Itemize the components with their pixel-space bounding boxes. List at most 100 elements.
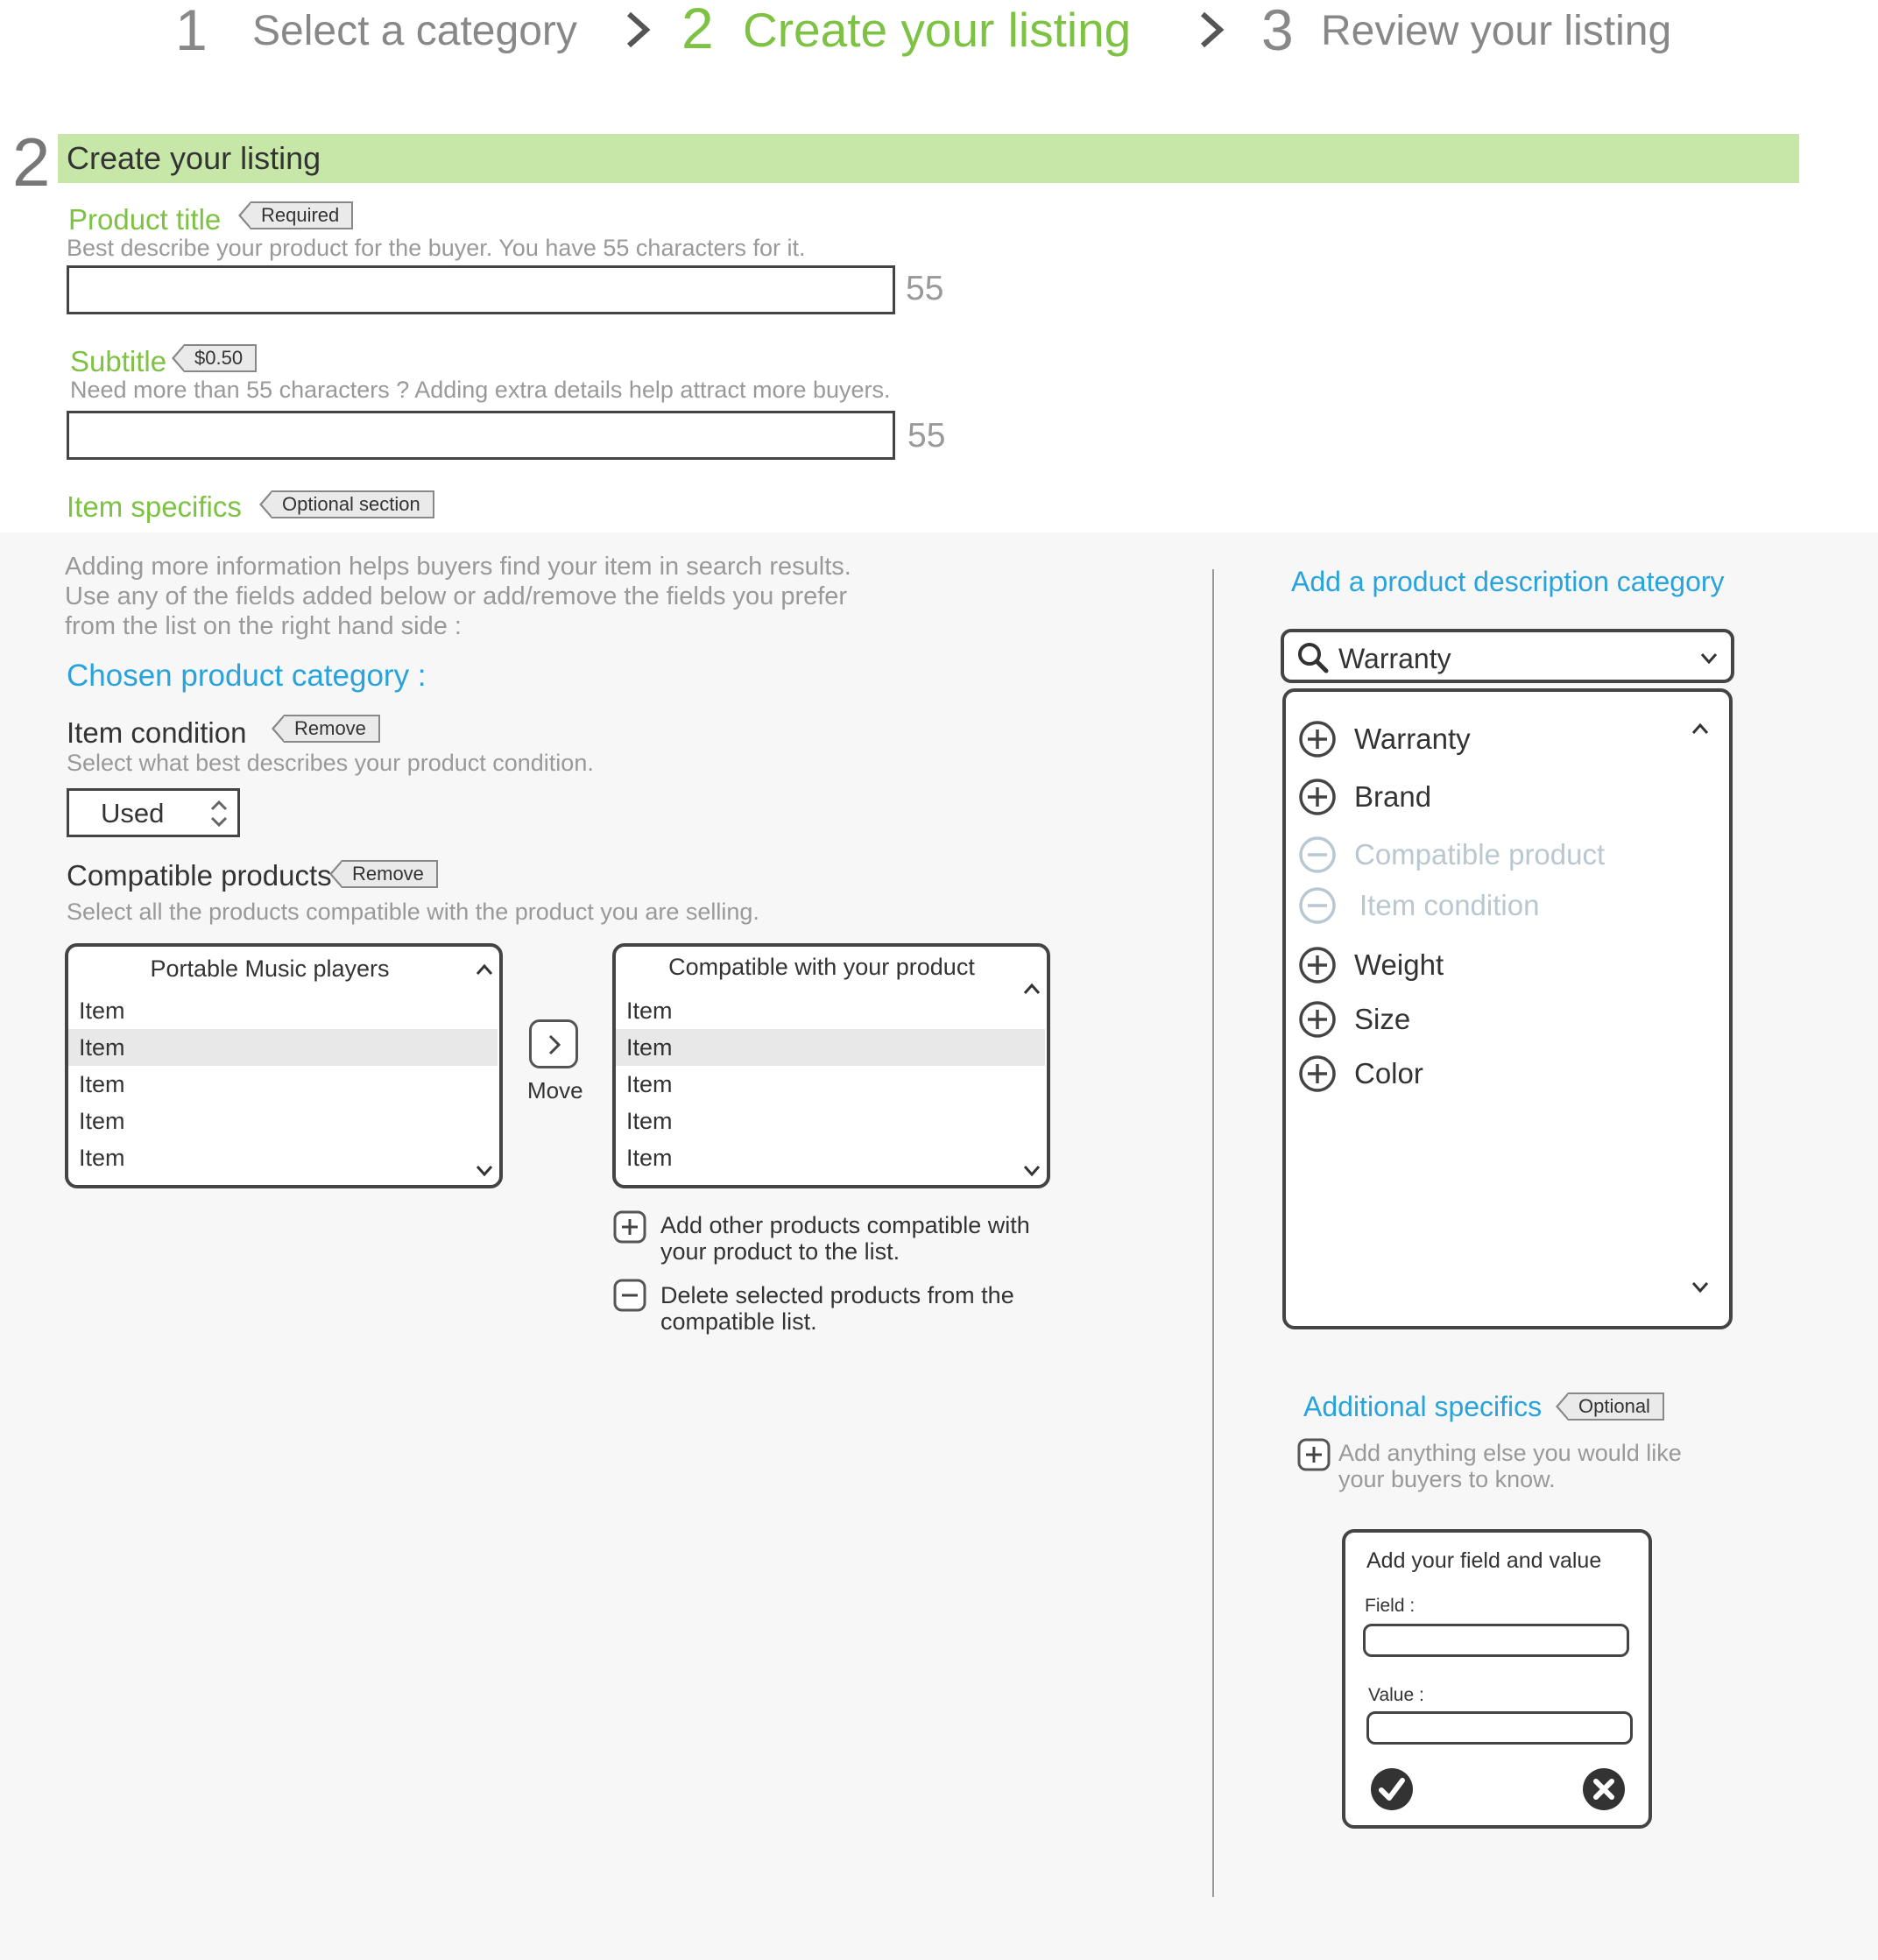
option-warranty[interactable]: Warranty bbox=[1298, 720, 1471, 758]
option-color[interactable]: Color bbox=[1298, 1054, 1423, 1093]
move-button[interactable] bbox=[529, 1019, 578, 1068]
chevron-down-icon[interactable] bbox=[1022, 1164, 1041, 1178]
option-label: Weight bbox=[1354, 948, 1444, 981]
add-compatible-text: Add other products compatible with your … bbox=[660, 1212, 1030, 1265]
subtitle-hint: Need more than 55 characters ? Adding ex… bbox=[70, 377, 891, 403]
plus-circle-icon[interactable] bbox=[1298, 1054, 1337, 1093]
field-label: Field : bbox=[1365, 1596, 1416, 1616]
value-label: Value : bbox=[1368, 1685, 1424, 1705]
source-product-list[interactable]: Portable Music players Item Item Item It… bbox=[65, 943, 503, 1188]
subtitle-label: Subtitle bbox=[70, 345, 167, 377]
step-2-label[interactable]: Create your listing bbox=[743, 2, 1131, 58]
additional-hint-line: your buyers to know. bbox=[1338, 1466, 1556, 1492]
additional-hint-line: Add anything else you would like bbox=[1338, 1440, 1682, 1466]
list-item[interactable]: Item bbox=[616, 1139, 1045, 1176]
chevron-up-icon[interactable] bbox=[475, 962, 494, 976]
plus-circle-icon[interactable] bbox=[1298, 778, 1337, 816]
category-search-value: Warranty bbox=[1338, 643, 1451, 674]
remove-square-icon[interactable] bbox=[613, 1279, 646, 1312]
value-input[interactable] bbox=[1366, 1711, 1633, 1745]
description-category-heading: Add a product description category bbox=[1291, 566, 1725, 597]
product-title-label: Product title bbox=[68, 203, 222, 236]
remove-condition-tag[interactable]: Remove bbox=[272, 715, 380, 743]
item-condition-select[interactable]: Used bbox=[67, 788, 240, 837]
step-3-number: 3 bbox=[1261, 0, 1294, 62]
option-label: Item condition bbox=[1359, 889, 1540, 921]
add-square-icon[interactable] bbox=[1297, 1438, 1331, 1471]
product-title-input[interactable] bbox=[67, 265, 895, 314]
option-label: Color bbox=[1354, 1057, 1423, 1089]
list-item[interactable]: Item bbox=[616, 1066, 1045, 1103]
item-condition-hint: Select what best describes your product … bbox=[67, 750, 594, 776]
chevron-down-icon[interactable] bbox=[1699, 652, 1719, 666]
plus-circle-icon[interactable] bbox=[1298, 720, 1337, 758]
checkmark-icon[interactable] bbox=[1370, 1767, 1414, 1811]
list-item[interactable]: Item bbox=[68, 992, 498, 1029]
option-brand[interactable]: Brand bbox=[1298, 778, 1431, 816]
panel-divider bbox=[1212, 569, 1214, 1897]
step-2-number: 2 bbox=[681, 0, 714, 60]
option-weight[interactable]: Weight bbox=[1298, 946, 1444, 984]
list-item[interactable]: Item bbox=[68, 1139, 498, 1176]
subtitle-input[interactable] bbox=[67, 411, 895, 460]
item-condition-label: Item condition bbox=[67, 716, 247, 749]
chevron-right-icon bbox=[548, 1034, 561, 1055]
minus-circle-icon[interactable] bbox=[1298, 886, 1337, 925]
minus-circle-icon[interactable] bbox=[1298, 835, 1337, 874]
intro-line: Use any of the fields added below or add… bbox=[65, 582, 848, 610]
option-size[interactable]: Size bbox=[1298, 1000, 1410, 1039]
intro-line: from the list on the right hand side : bbox=[65, 612, 462, 640]
optional-section-tag: Optional section bbox=[259, 490, 434, 518]
chevron-right-icon bbox=[626, 11, 651, 48]
add-square-icon[interactable] bbox=[613, 1210, 646, 1244]
subtitle-counter: 55 bbox=[907, 417, 946, 455]
list-item[interactable]: Item bbox=[68, 1103, 498, 1139]
compatible-products-label: Compatible products bbox=[67, 859, 332, 892]
item-condition-value: Used bbox=[101, 798, 165, 828]
additional-hint: Add anything else you would like your bu… bbox=[1338, 1440, 1682, 1492]
list-item[interactable]: Item bbox=[68, 1066, 498, 1103]
field-input[interactable] bbox=[1363, 1624, 1629, 1657]
step-1-label[interactable]: Select a category bbox=[252, 7, 577, 55]
chevron-down-icon[interactable] bbox=[1691, 1280, 1710, 1294]
list-item[interactable]: Item bbox=[616, 992, 1045, 1029]
item-specifics-label: Item specifics bbox=[67, 490, 242, 523]
chevron-right-icon bbox=[1200, 11, 1225, 48]
category-options-list[interactable]: Warranty Brand Compatible product Item c… bbox=[1282, 688, 1733, 1329]
product-title-hint: Best describe your product for the buyer… bbox=[67, 235, 806, 261]
option-label: Size bbox=[1354, 1003, 1411, 1035]
remove-compatible-tag[interactable]: Remove bbox=[329, 860, 438, 888]
option-compatible-product[interactable]: Compatible product bbox=[1298, 835, 1605, 874]
chevron-up-icon[interactable] bbox=[1691, 722, 1710, 736]
compatible-products-hint: Select all the products compatible with … bbox=[67, 899, 759, 925]
add-field-card-title: Add your field and value bbox=[1366, 1548, 1602, 1573]
section-title: Create your listing bbox=[67, 140, 321, 176]
list-item[interactable]: Item bbox=[616, 1103, 1045, 1139]
search-icon bbox=[1298, 643, 1329, 673]
list-item[interactable]: Item bbox=[68, 1029, 498, 1066]
required-tag: Required bbox=[237, 201, 354, 229]
section-header: Create your listing bbox=[58, 134, 1799, 183]
move-label: Move bbox=[527, 1077, 583, 1103]
price-tag: $0.50 bbox=[171, 344, 258, 372]
add-field-card: Add your field and value Field : Value : bbox=[1342, 1529, 1652, 1829]
plus-circle-icon[interactable] bbox=[1298, 946, 1337, 984]
step-1-number: 1 bbox=[175, 0, 208, 62]
option-label: Warranty bbox=[1354, 723, 1471, 755]
plus-circle-icon[interactable] bbox=[1298, 1000, 1337, 1039]
intro-line: Adding more information helps buyers fin… bbox=[65, 553, 851, 581]
compatible-product-list[interactable]: Compatible with your product Item Item I… bbox=[612, 943, 1050, 1188]
delete-compatible-line: Delete selected products from the bbox=[660, 1282, 1014, 1308]
chevron-down-icon[interactable] bbox=[475, 1164, 494, 1178]
compatible-list-title: Compatible with your product bbox=[668, 954, 975, 980]
source-list-title: Portable Music players bbox=[150, 955, 390, 982]
option-label: Compatible product bbox=[1354, 838, 1606, 871]
item-specifics-intro: Adding more information helps buyers fin… bbox=[65, 552, 851, 641]
close-icon[interactable] bbox=[1582, 1767, 1626, 1811]
add-compatible-line: Add other products compatible with bbox=[660, 1212, 1030, 1238]
category-search-combo[interactable]: Warranty bbox=[1281, 629, 1734, 683]
list-item[interactable]: Item bbox=[616, 1029, 1045, 1066]
option-item-condition[interactable]: Item condition bbox=[1298, 886, 1539, 925]
step-3-label[interactable]: Review your listing bbox=[1321, 7, 1671, 55]
stepper-arrows-icon bbox=[210, 800, 228, 828]
